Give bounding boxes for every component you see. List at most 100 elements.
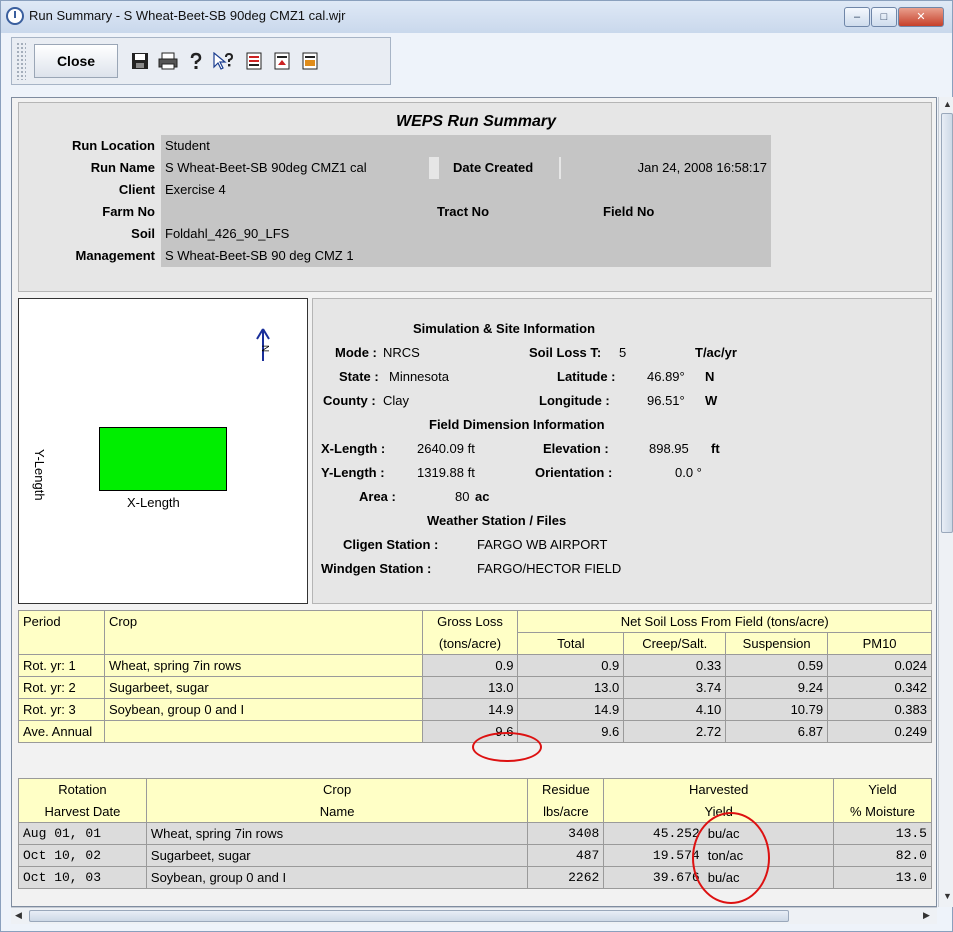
- client-label: Client: [118, 182, 155, 197]
- crop-name-cell: Soybean, group 0 and I: [145, 866, 529, 889]
- horizontal-scroll-thumb[interactable]: [29, 910, 789, 922]
- total-cell: 0.9: [517, 654, 625, 677]
- period-cell: Rot. yr: 1: [18, 654, 105, 677]
- harvest-date-cell: Oct 10, 02: [18, 844, 147, 867]
- residue-cell: 2262: [527, 866, 605, 889]
- gross-cell: 13.0: [421, 676, 519, 699]
- total-cell: 13.0: [517, 676, 625, 699]
- client-value: Exercise 4: [161, 179, 771, 201]
- report-export-icon[interactable]: [272, 52, 292, 72]
- y-length-axis-label: Y-Length: [32, 449, 47, 501]
- print-icon[interactable]: [158, 52, 178, 72]
- yield-moisture-header: Yield: [833, 778, 932, 801]
- period-cell: Ave. Annual: [18, 720, 105, 743]
- report-pdf-icon[interactable]: [300, 52, 320, 72]
- residue-header: Residue: [527, 778, 605, 801]
- vertical-scrollbar[interactable]: ▲ ▼: [938, 97, 953, 907]
- pm10-cell: 0.249: [827, 720, 932, 743]
- pm10-cell: 0.024: [827, 654, 932, 677]
- report-title: WEPS Run Summary: [395, 113, 557, 130]
- crop-name-cell: Wheat, spring 7in rows: [145, 822, 529, 845]
- scroll-down-arrow-icon[interactable]: ▼: [943, 891, 952, 901]
- y-length-label: Y-Length :: [321, 465, 385, 480]
- period-header-blank: [18, 632, 105, 655]
- crop-name-header: Crop: [145, 778, 529, 801]
- table-row: Aug 01, 01 Wheat, spring 7in rows 3408 4…: [18, 822, 932, 845]
- scroll-left-arrow-icon[interactable]: ◀: [15, 910, 22, 921]
- harvested-yield-highlight: [692, 812, 770, 904]
- pm10-cell: 0.383: [827, 698, 932, 721]
- report-red-icon[interactable]: [244, 52, 264, 72]
- crop-name-header-2: Name: [145, 800, 529, 823]
- elevation-unit: ft: [711, 441, 720, 456]
- gross-loss-header: Gross Loss: [421, 610, 519, 633]
- date-created-label: Date Created: [439, 157, 559, 179]
- run-name-label: Run Name: [90, 160, 155, 175]
- harvest-date-cell: Oct 10, 03: [18, 866, 147, 889]
- toolbar-grip[interactable]: [16, 42, 26, 80]
- period-cell: Rot. yr: 3: [18, 698, 105, 721]
- area-value: 80: [455, 489, 470, 504]
- context-help-icon[interactable]: [212, 51, 234, 72]
- soil-loss-table: Period Crop Gross Loss Net Soil Loss Fro…: [18, 610, 932, 743]
- harvest-date-cell: Aug 01, 01: [18, 822, 147, 845]
- x-length-value: 2640.09 ft: [417, 441, 475, 456]
- pm10-header: PM10: [827, 632, 932, 655]
- north-label: N: [259, 344, 271, 353]
- field-dim-title: Field Dimension Information: [429, 417, 605, 432]
- pm10-cell: 0.342: [827, 676, 932, 699]
- close-button[interactable]: Close: [34, 44, 118, 78]
- save-icon[interactable]: [130, 52, 150, 72]
- latitude-dir: N: [705, 369, 715, 384]
- gross-loss-unit-header: (tons/acre): [421, 632, 519, 655]
- creep-cell: 2.72: [623, 720, 727, 743]
- moisture-cell: 82.0: [833, 844, 932, 867]
- crop-cell: Wheat, spring 7in rows: [103, 654, 423, 677]
- gross-cell: 14.9: [421, 698, 519, 721]
- susp-cell: 0.59: [725, 654, 829, 677]
- yield-cell: 45.252: [603, 822, 704, 845]
- vertical-scroll-thumb[interactable]: [941, 113, 953, 533]
- sim-info-title: Simulation & Site Information: [413, 321, 596, 336]
- title-bar: Run Summary - S Wheat-Beet-SB 90deg CMZ1…: [1, 1, 952, 33]
- soil-loss-t-unit: T/ac/yr: [695, 345, 737, 360]
- soil-value: Foldahl_426_90_LFS: [161, 223, 771, 245]
- orientation-value: 0.0 °: [675, 465, 702, 480]
- management-value: S Wheat-Beet-SB 90 deg CMZ 1: [161, 245, 771, 267]
- clock-app-icon: [6, 7, 24, 25]
- creep-salt-header: Creep/Salt.: [623, 632, 727, 655]
- run-name-value: S Wheat-Beet-SB 90deg CMZ1 cal: [161, 157, 429, 179]
- cligen-value: FARGO WB AIRPORT: [477, 537, 608, 552]
- report-viewport[interactable]: WEPS Run Summary Run Location Student Ru…: [11, 97, 937, 907]
- windgen-value: FARGO/HECTOR FIELD: [477, 561, 622, 576]
- horizontal-scrollbar[interactable]: ◀ ▶: [11, 907, 937, 924]
- windgen-label: Windgen Station :: [321, 561, 432, 576]
- state-label: State :: [339, 369, 379, 384]
- orientation-label: Orientation :: [535, 465, 613, 480]
- window-close-button[interactable]: ✕: [898, 7, 944, 27]
- elevation-label: Elevation :: [543, 441, 609, 456]
- table-row: Rot. yr: 1 Wheat, spring 7in rows 0.9 0.…: [18, 654, 932, 677]
- scroll-up-arrow-icon[interactable]: ▲: [943, 99, 952, 109]
- soil-loss-t-label: Soil Loss T:: [529, 345, 602, 360]
- state-value: Minnesota: [389, 369, 449, 384]
- crop-cell: [103, 720, 423, 743]
- area-label: Area :: [359, 489, 396, 504]
- creep-cell: 4.10: [623, 698, 727, 721]
- residue-cell: 3408: [527, 822, 605, 845]
- site-info-panel: Simulation & Site Information Mode : NRC…: [312, 298, 932, 604]
- run-summary-window: Run Summary - S Wheat-Beet-SB 90deg CMZ1…: [0, 0, 953, 932]
- y-length-value: 1319.88 ft: [417, 465, 475, 480]
- scroll-right-arrow-icon[interactable]: ▶: [923, 910, 930, 921]
- help-icon[interactable]: [186, 52, 206, 72]
- latitude-value: 46.89°: [647, 369, 685, 384]
- table-row: Oct 10, 02 Sugarbeet, sugar 487 19.574 t…: [18, 844, 932, 867]
- average-gross-loss-highlight: [472, 732, 542, 762]
- yield-cell: 19.574: [603, 844, 704, 867]
- minimize-button[interactable]: –: [844, 7, 870, 27]
- creep-cell: 3.74: [623, 676, 727, 699]
- residue-cell: 487: [527, 844, 605, 867]
- moisture-cell: 13.5: [833, 822, 932, 845]
- maximize-button[interactable]: □: [871, 7, 897, 27]
- susp-cell: 6.87: [725, 720, 829, 743]
